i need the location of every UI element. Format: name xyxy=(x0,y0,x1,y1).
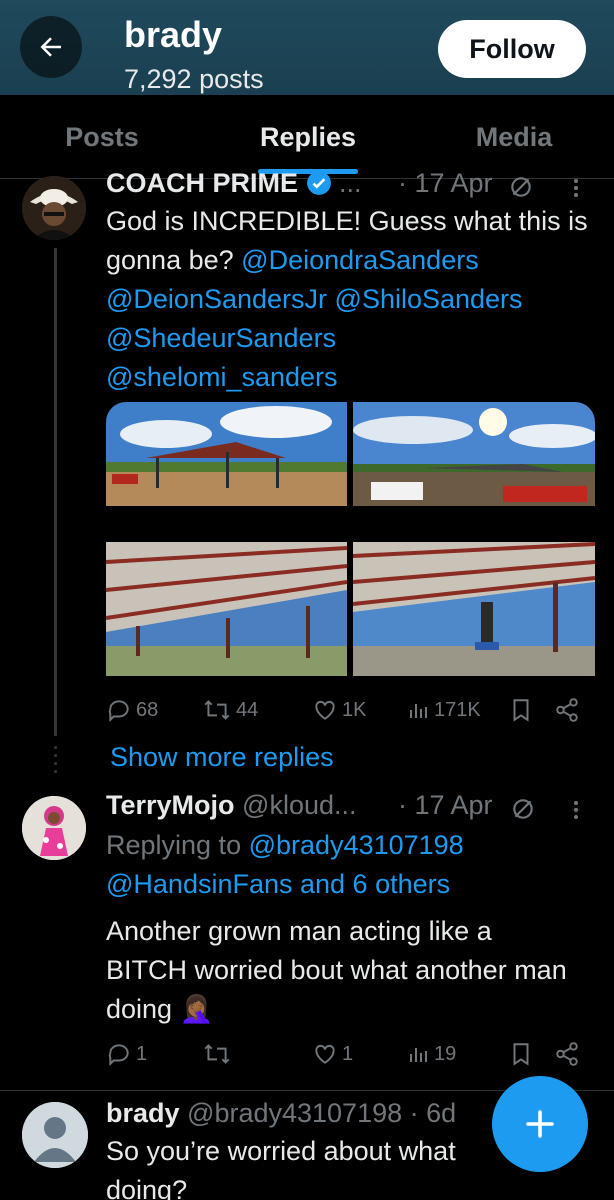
thread-line xyxy=(54,248,57,736)
tweet-actions: 1 1 19 xyxy=(106,1036,586,1072)
mention-link[interactable]: @DeiondraSanders xyxy=(241,245,479,275)
repost-count: 44 xyxy=(236,698,259,721)
tab-posts[interactable]: Posts xyxy=(20,95,184,179)
more-options-icon[interactable] xyxy=(566,798,586,822)
repost-icon xyxy=(204,700,230,720)
like-count: 1K xyxy=(342,698,367,721)
heart-icon xyxy=(315,700,335,720)
author-handle[interactable]: @brady43107198 xyxy=(187,1098,402,1128)
reply-icon xyxy=(108,1044,129,1067)
reply-count: 1 xyxy=(136,1042,148,1065)
reply-button[interactable]: 1 xyxy=(106,1036,147,1072)
back-button[interactable] xyxy=(20,16,82,78)
share-icon xyxy=(556,698,578,722)
trucks-photo xyxy=(353,402,595,506)
views-icon xyxy=(410,704,427,718)
bookmark-icon xyxy=(513,699,529,722)
views-button[interactable]: 171K xyxy=(406,692,481,728)
views-count: 171K xyxy=(434,698,481,721)
reply-count: 68 xyxy=(136,698,159,721)
back-arrow-icon xyxy=(40,37,61,57)
media-photo-2[interactable] xyxy=(353,402,595,506)
tweet-text: God is INCREDIBLE! Guess what this is go… xyxy=(106,202,606,397)
reply-button[interactable]: 68 xyxy=(106,692,158,728)
author-handle[interactable]: ... xyxy=(339,170,362,198)
share-icon xyxy=(556,1042,578,1066)
media-photo-1[interactable] xyxy=(106,402,347,506)
tweet-date[interactable]: · 6d xyxy=(410,1098,457,1128)
tweet-text: Another grown man acting like a BITCH wo… xyxy=(106,916,567,1024)
default-avatar-icon xyxy=(22,1102,88,1168)
profile-header: brady 7,292 posts Follow xyxy=(0,0,614,95)
repost-button[interactable] xyxy=(202,1036,236,1072)
media-photo-4[interactable] xyxy=(353,542,595,676)
timeline: COACH PRIME ... · 17 Apr God is INCREDIB… xyxy=(0,170,614,1200)
repost-icon xyxy=(204,1044,230,1064)
follow-button[interactable]: Follow xyxy=(438,20,586,78)
mention-link[interactable]: @ShiloSanders xyxy=(335,284,523,314)
tweet-date[interactable]: · 17 Apr xyxy=(398,170,493,199)
like-button[interactable]: 1 xyxy=(312,1036,353,1072)
replying-to: Replying to @brady43107198 @HandsinFans … xyxy=(106,826,606,904)
tweet-header: TerryMojo @kloud... xyxy=(106,790,357,821)
profile-tabs: Posts Replies Media xyxy=(0,95,614,179)
author-handle[interactable]: @kloud... xyxy=(242,790,356,820)
share-button[interactable] xyxy=(554,692,580,728)
avatar[interactable] xyxy=(22,1102,88,1168)
avatar[interactable] xyxy=(22,176,86,240)
mention-link[interactable]: @brady43107198 xyxy=(249,830,464,860)
mention-link[interactable]: @DeionSandersJr xyxy=(106,284,327,314)
tab-media[interactable]: Media xyxy=(432,95,596,179)
avatar-image xyxy=(22,796,86,860)
tweet-actions: 68 44 1K 171K xyxy=(106,692,586,728)
roof-underside-photo xyxy=(106,542,347,676)
mention-link[interactable]: @shelomi_sanders xyxy=(106,362,338,392)
bookmark-icon xyxy=(513,1043,529,1066)
mention-link[interactable]: @ShedeurSanders xyxy=(106,323,336,353)
tweet-header: brady @brady43107198 · 6d xyxy=(106,1098,456,1129)
tweet-header: COACH PRIME ... xyxy=(106,170,362,199)
plus-icon xyxy=(526,1110,554,1138)
pavilion-photo xyxy=(106,402,347,506)
tweet-text: So you’re worried about what doing? xyxy=(106,1136,456,1200)
views-button[interactable]: 19 xyxy=(406,1036,456,1072)
media-photo-3[interactable] xyxy=(106,542,347,676)
grok-icon[interactable] xyxy=(508,174,534,200)
author-name[interactable]: COACH PRIME xyxy=(106,170,298,198)
lift-photo xyxy=(353,542,595,676)
verified-badge-icon xyxy=(306,171,331,195)
author-name[interactable]: TerryMojo xyxy=(106,790,235,820)
like-button[interactable]: 1K xyxy=(312,692,366,728)
media-grid xyxy=(106,402,595,848)
compose-button[interactable] xyxy=(492,1076,588,1172)
share-button[interactable] xyxy=(554,1036,580,1072)
tab-replies[interactable]: Replies xyxy=(226,95,390,179)
bookmark-button[interactable] xyxy=(510,1036,532,1072)
avatar-image xyxy=(22,176,86,240)
show-more-replies-link[interactable]: Show more replies xyxy=(110,742,334,773)
thread-dots xyxy=(54,746,57,778)
heart-icon xyxy=(315,1044,335,1064)
more-options-icon[interactable] xyxy=(566,176,586,200)
bookmark-button[interactable] xyxy=(510,692,532,728)
reply-icon xyxy=(108,700,129,723)
tweet-date[interactable]: · 17 Apr xyxy=(398,790,493,821)
grok-icon[interactable] xyxy=(510,796,536,822)
profile-name: brady xyxy=(124,14,223,55)
views-icon xyxy=(410,1048,427,1062)
avatar[interactable] xyxy=(22,796,86,860)
views-count: 19 xyxy=(434,1042,457,1065)
repost-button[interactable]: 44 xyxy=(202,692,258,728)
posts-count: 7,292 posts xyxy=(124,64,264,94)
replying-to-others-link[interactable]: @HandsinFans and 6 others xyxy=(106,869,450,899)
author-name[interactable]: brady xyxy=(106,1098,180,1128)
like-count: 1 xyxy=(342,1042,354,1065)
replying-to-label: Replying to xyxy=(106,830,242,860)
